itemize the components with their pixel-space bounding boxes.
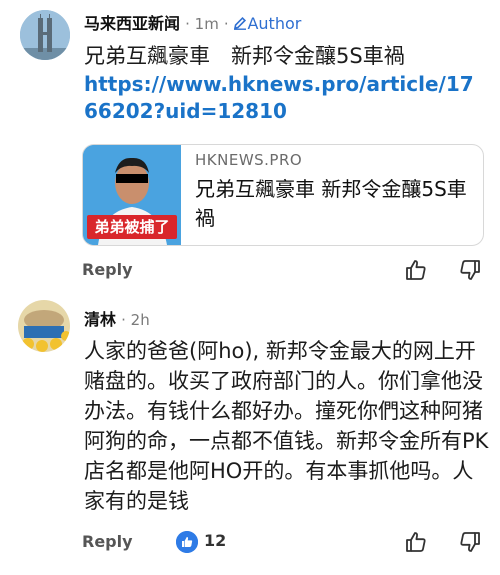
thumbs-down-button[interactable] xyxy=(458,530,482,558)
reply-button[interactable]: Reply xyxy=(82,532,133,551)
thumbs-down-button[interactable] xyxy=(458,258,482,286)
timestamp: 1m xyxy=(194,15,219,33)
author-tag-label: Author xyxy=(247,14,302,33)
thumbs-down-icon xyxy=(460,532,480,552)
comment-header: 马来西亚新闻 · 1m · Author xyxy=(84,10,301,34)
link-preview-card[interactable]: 弟弟被捕了 HKNEWS.PRO 兄弟互飆豪車 新邦令金釀5S車禍 xyxy=(82,144,484,246)
author-name[interactable]: 清林 xyxy=(84,310,116,329)
pencil-icon xyxy=(234,16,247,30)
avatar[interactable] xyxy=(18,300,70,352)
thumbs-up-button[interactable] xyxy=(404,258,428,286)
author-tag: Author xyxy=(233,14,301,33)
like-count: 12 xyxy=(204,531,227,550)
avatar-image xyxy=(20,10,70,60)
article-link[interactable]: https://www.hknews.pro/article/1766202?u… xyxy=(84,71,484,125)
comment-header: 清林 · 2h xyxy=(84,306,150,330)
avatar[interactable] xyxy=(20,10,70,60)
separator-dot: · xyxy=(121,311,131,329)
comment-actions: Reply xyxy=(82,256,492,286)
reply-button[interactable]: Reply xyxy=(82,260,133,279)
author-name[interactable]: 马来西亚新闻 xyxy=(84,14,180,33)
comment-text: 兄弟互飆豪車 新邦令金釀5S車禍 xyxy=(84,44,405,68)
thumbs-up-button[interactable] xyxy=(404,530,428,558)
comment-body: 兄弟互飆豪車 新邦令金釀5S車禍 https://www.hknews.pro/… xyxy=(84,42,484,125)
thumbs-up-icon xyxy=(406,260,426,280)
preview-thumbnail: 弟弟被捕了 xyxy=(83,145,181,245)
comment-text: 人家的爸爸(阿ho), 新邦令金最大的网上开赌盘的。收买了政府部门的人。你们拿他… xyxy=(84,339,489,513)
separator-dot: · xyxy=(185,15,195,33)
thumbs-up-icon xyxy=(406,532,426,552)
like-badge-icon xyxy=(176,531,198,553)
comment-actions: Reply 12 xyxy=(82,528,492,558)
avatar-image xyxy=(18,300,70,352)
thumbnail-caption: 弟弟被捕了 xyxy=(94,218,170,236)
preview-title: 兄弟互飆豪車 新邦令金釀5S車禍 xyxy=(195,177,467,230)
timestamp: 2h xyxy=(130,311,150,329)
thumbs-down-icon xyxy=(460,260,480,280)
preview-domain: HKNEWS.PRO xyxy=(195,151,303,169)
